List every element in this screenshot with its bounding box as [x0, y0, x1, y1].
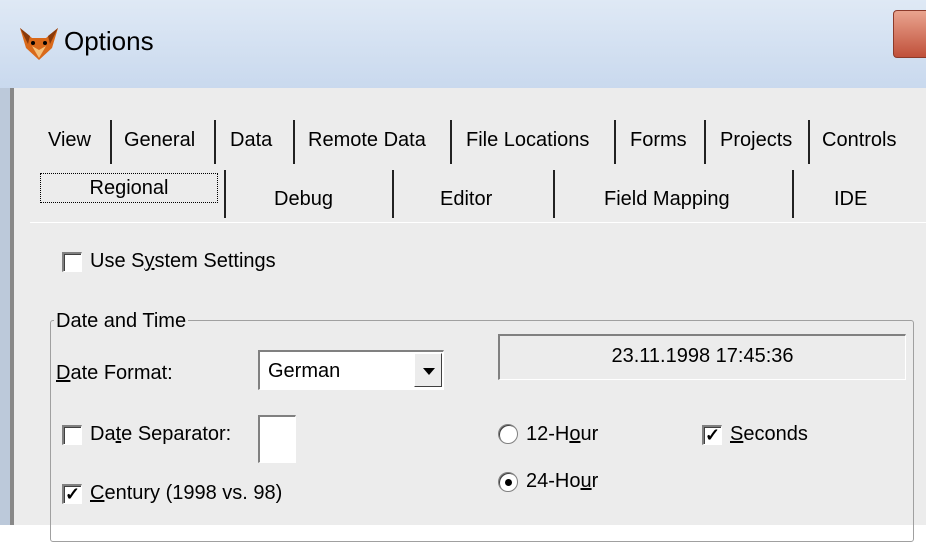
- 24-hour-radio[interactable]: [498, 472, 518, 492]
- use-system-settings-label: Use System Settings: [90, 250, 276, 272]
- tab-separator: [704, 120, 706, 164]
- tab-projects[interactable]: Projects: [720, 123, 792, 157]
- tab-separator: [808, 120, 810, 164]
- tab-view[interactable]: View: [48, 123, 91, 157]
- century-label: Century (1998 vs. 98): [90, 482, 283, 504]
- tab-ide[interactable]: IDE: [834, 182, 867, 216]
- tab-separator: [614, 120, 616, 164]
- window-title: Options: [64, 26, 154, 56]
- 24-hour-label: 24-Hour: [526, 470, 599, 492]
- radio-dot: [505, 479, 512, 486]
- tab-field-mapping[interactable]: Field Mapping: [604, 182, 730, 216]
- date-format-dropdown[interactable]: German: [258, 350, 444, 390]
- tab-debug[interactable]: Debug: [274, 182, 333, 216]
- date-time-preview: 23.11.1998 17:45:36: [498, 334, 906, 380]
- chevron-down-icon: [423, 368, 435, 375]
- dropdown-button[interactable]: [414, 353, 442, 387]
- tab-file-locations[interactable]: File Locations: [466, 123, 589, 157]
- fox-logo-icon: [20, 28, 58, 60]
- title-bar: Options: [0, 0, 926, 89]
- date-time-group-title: Date and Time: [54, 310, 189, 333]
- tab-remote-data[interactable]: Remote Data: [308, 123, 426, 157]
- use-system-settings-checkbox[interactable]: [62, 252, 82, 272]
- tab-regional-label: Regional: [89, 177, 169, 199]
- tab-separator: [293, 120, 295, 164]
- century-checkbox[interactable]: ✓: [62, 484, 82, 504]
- date-separator-label: Date Separator:: [90, 423, 232, 445]
- 12-hour-label: 12-Hour: [526, 423, 599, 445]
- date-format-value: German: [268, 360, 341, 382]
- tab-panel-top-edge: [30, 222, 926, 223]
- tab-general[interactable]: General: [124, 123, 195, 157]
- 12-hour-radio[interactable]: [498, 424, 518, 444]
- tab-forms[interactable]: Forms: [630, 123, 687, 157]
- tab-separator: [792, 170, 794, 218]
- tab-controls[interactable]: Controls: [822, 123, 896, 157]
- tab-separator: [224, 170, 226, 218]
- tab-editor[interactable]: Editor: [440, 182, 492, 216]
- tab-separator: [392, 170, 394, 218]
- date-format-label: Date Format:: [56, 362, 173, 384]
- tab-separator: [110, 120, 112, 164]
- seconds-label: Seconds: [730, 423, 808, 445]
- date-separator-checkbox[interactable]: [62, 425, 82, 445]
- date-separator-input[interactable]: [258, 415, 296, 463]
- tab-separator: [553, 170, 555, 218]
- tab-separator: [450, 120, 452, 164]
- tab-separator: [214, 120, 216, 164]
- close-button[interactable]: [893, 10, 926, 58]
- tab-regional[interactable]: Regional: [40, 173, 218, 203]
- seconds-checkbox[interactable]: ✓: [702, 425, 722, 445]
- tab-data[interactable]: Data: [230, 123, 272, 157]
